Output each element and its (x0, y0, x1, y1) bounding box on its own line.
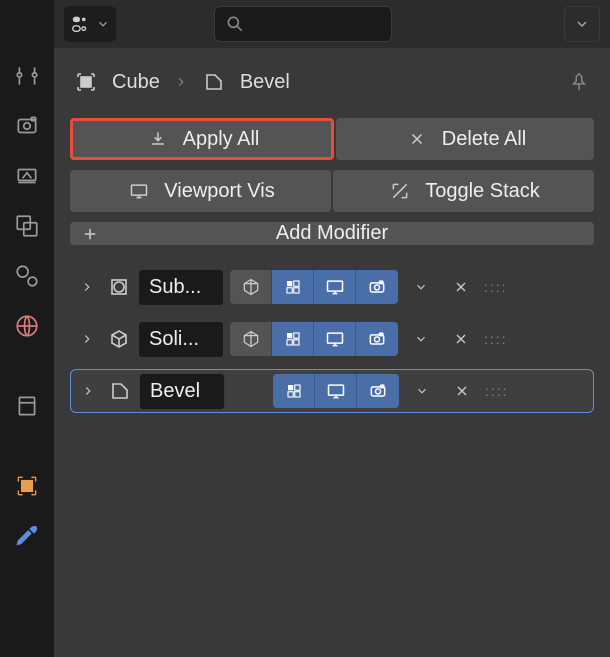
bevel-icon (107, 378, 133, 404)
close-icon (404, 130, 430, 148)
properties-main: Cube Bevel Apply All (54, 0, 610, 657)
search-icon (225, 14, 245, 34)
breadcrumb: Cube Bevel (70, 62, 594, 108)
viewlayer-tab-icon[interactable] (11, 210, 43, 242)
drag-handle[interactable]: :::: (485, 383, 509, 399)
edit-mode-toggle[interactable] (230, 322, 272, 356)
solidify-icon (106, 326, 132, 352)
tool-tab-icon[interactable] (11, 60, 43, 92)
render-tab-icon[interactable] (11, 110, 43, 142)
apply-all-button[interactable]: Apply All (70, 118, 334, 160)
extras-dropdown[interactable] (404, 270, 438, 304)
modifier-panel: Cube Bevel Apply All (54, 48, 610, 427)
properties-header (54, 0, 610, 48)
modifier-name-field[interactable]: Soli... (138, 321, 224, 358)
modifier-row-solidify[interactable]: Soli... (70, 317, 594, 361)
object-constraints-tab-icon[interactable] (11, 390, 43, 422)
bevel-icon (202, 70, 226, 94)
delete-all-button[interactable]: Delete All (336, 118, 594, 160)
viewport-vis-label: Viewport Vis (164, 180, 274, 203)
chevron-right-icon[interactable] (80, 280, 100, 294)
breadcrumb-separator (174, 75, 188, 89)
modifier-name-field[interactable]: Bevel (139, 373, 225, 410)
chevron-right-icon[interactable] (81, 384, 101, 398)
pin-icon[interactable] (568, 71, 590, 93)
delete-modifier-button[interactable] (444, 322, 478, 356)
viewport-toggle[interactable] (315, 374, 357, 408)
expand-icon (387, 181, 413, 201)
download-icon (145, 129, 171, 149)
scene-tab-icon[interactable] (11, 260, 43, 292)
delete-modifier-button[interactable] (445, 374, 479, 408)
edit-mode-toggle[interactable] (230, 270, 272, 304)
output-tab-icon[interactable] (11, 160, 43, 192)
subsurf-icon (106, 274, 132, 300)
editor-type-switcher[interactable] (64, 6, 116, 42)
modifier-name-field[interactable]: Sub... (138, 269, 224, 306)
cage-toggle[interactable] (273, 374, 315, 408)
chevron-right-icon[interactable] (80, 332, 100, 346)
viewport-toggle[interactable] (314, 322, 356, 356)
drag-handle[interactable]: :::: (484, 331, 508, 347)
extras-dropdown[interactable] (404, 322, 438, 356)
modifiers-tab-icon[interactable] (11, 520, 43, 552)
toggle-stack-label: Toggle Stack (425, 180, 540, 203)
cage-toggle[interactable] (272, 322, 314, 356)
drag-handle[interactable]: :::: (484, 279, 508, 295)
cage-toggle[interactable] (272, 270, 314, 304)
add-modifier-button[interactable]: Add Modifier (70, 222, 594, 245)
world-tab-icon[interactable] (11, 310, 43, 342)
breadcrumb-object[interactable]: Cube (112, 71, 160, 94)
object-tab-icon[interactable] (11, 470, 43, 502)
render-toggle[interactable] (357, 374, 399, 408)
render-toggle[interactable] (356, 322, 398, 356)
apply-all-label: Apply All (183, 128, 260, 151)
render-toggle[interactable] (356, 270, 398, 304)
modifier-row-subsurf[interactable]: Sub... (70, 265, 594, 309)
object-icon (74, 70, 98, 94)
options-dropdown[interactable] (564, 6, 600, 42)
plus-icon (70, 225, 110, 243)
toggle-stack-button[interactable]: Toggle Stack (333, 170, 594, 212)
viewport-vis-button[interactable]: Viewport Vis (70, 170, 331, 212)
modifier-row-bevel[interactable]: Bevel (70, 369, 594, 413)
modifier-stack: Sub... (70, 265, 594, 413)
viewport-toggle[interactable] (314, 270, 356, 304)
search-input[interactable] (214, 6, 392, 42)
properties-tab-bar (0, 0, 54, 657)
breadcrumb-modifier[interactable]: Bevel (240, 71, 290, 94)
add-modifier-label: Add Modifier (110, 222, 554, 245)
delete-modifier-button[interactable] (444, 270, 478, 304)
delete-all-label: Delete All (442, 128, 527, 151)
monitor-icon (126, 181, 152, 201)
extras-dropdown[interactable] (405, 374, 439, 408)
